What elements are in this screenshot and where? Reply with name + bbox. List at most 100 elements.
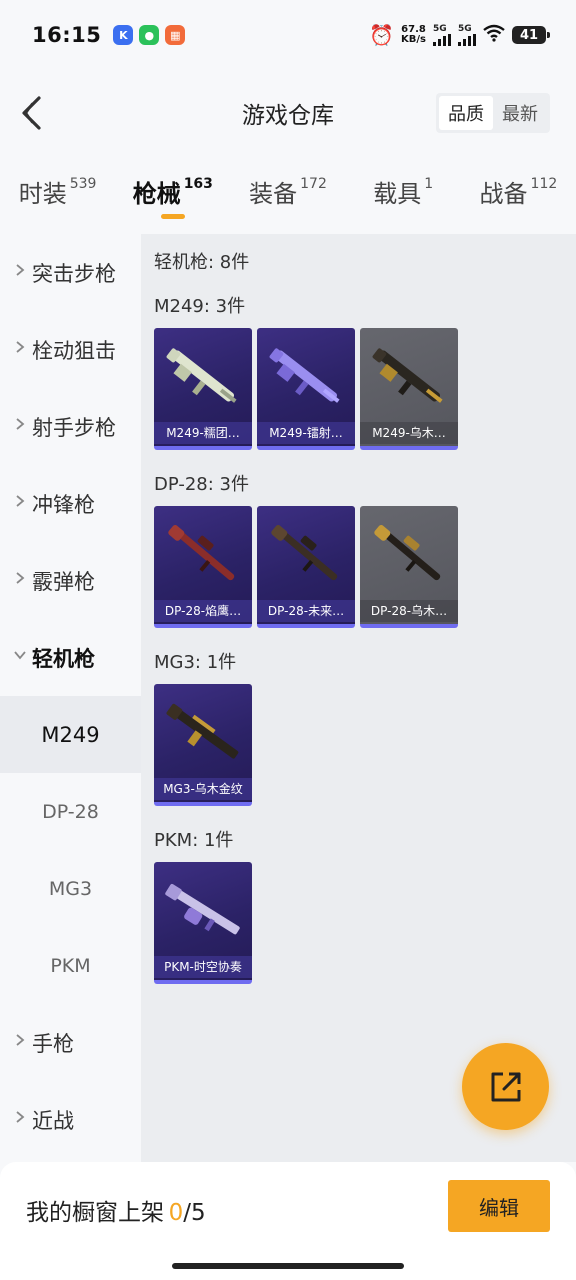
lmg-skin-image bbox=[372, 348, 443, 403]
tab-supplies[interactable]: 战备 112 bbox=[461, 156, 576, 234]
sidebar-item-label: 手枪 bbox=[32, 1031, 74, 1056]
sidebar-subitem-mg3[interactable]: MG3 bbox=[0, 850, 141, 927]
item-grid: DP-28-焰鹰… DP-28-未来… DP-28-乌木… bbox=[154, 506, 563, 628]
group-title: M249: 3件 bbox=[154, 296, 246, 317]
weapon-type-sidebar: 突击步枪 栓动狙击 射手步枪 冲锋枪 霰弹枪 轻机枪 M249 DP-28 MG… bbox=[0, 234, 141, 1162]
sort-toggle: 品质 最新 bbox=[436, 93, 550, 133]
skin-name: MG3-乌木金纹 bbox=[154, 778, 252, 800]
tab-count: 539 bbox=[69, 176, 97, 192]
skin-name: M249-糯团… bbox=[154, 422, 252, 444]
sort-by-quality[interactable]: 品质 bbox=[439, 96, 493, 130]
sidebar-subitem-dp28[interactable]: DP-28 bbox=[0, 773, 141, 850]
item-grid: MG3-乌木金纹 bbox=[154, 684, 563, 806]
edit-button[interactable]: 编辑 bbox=[448, 1180, 550, 1232]
sidebar-item-label: 近战 bbox=[32, 1108, 74, 1133]
chevron-right-icon bbox=[16, 341, 25, 353]
lmg-skin-image bbox=[166, 703, 239, 759]
sidebar-item-label: 轻机枪 bbox=[32, 646, 95, 671]
tab-equipment[interactable]: 装备 172 bbox=[230, 156, 345, 234]
lmg-skin-image bbox=[168, 525, 235, 581]
group-title: DP-28: 3件 bbox=[154, 474, 249, 495]
chevron-right-icon bbox=[16, 572, 25, 584]
tab-label: 装备 bbox=[249, 180, 298, 208]
lmg-skin-image bbox=[374, 525, 441, 581]
app-header: 游戏仓库 品质 最新 bbox=[0, 70, 576, 156]
lmg-skin-image bbox=[269, 348, 340, 403]
group-title: MG3: 1件 bbox=[154, 652, 237, 673]
tab-count: 1 bbox=[424, 176, 434, 192]
chevron-down-icon bbox=[14, 651, 26, 660]
showcase-label: 我的橱窗上架 bbox=[26, 1200, 164, 1226]
tab-fashion[interactable]: 时装 539 bbox=[0, 156, 115, 234]
sidebar-item-marksman-rifle[interactable]: 射手步枪 bbox=[0, 388, 141, 465]
tab-label: 载具 bbox=[373, 180, 422, 208]
wifi-icon bbox=[483, 24, 505, 47]
tab-label: 战备 bbox=[479, 180, 528, 208]
item-grid: PKM-时空协奏 bbox=[154, 862, 563, 984]
bottom-bar: 我的橱窗上架 0/5 编辑 bbox=[0, 1162, 576, 1280]
chevron-right-icon bbox=[16, 1034, 25, 1046]
sidebar-item-label: 冲锋枪 bbox=[32, 492, 95, 517]
category-tabs: 时装 539 枪械 163 装备 172 载具 1 战备 112 bbox=[0, 156, 576, 234]
skin-card[interactable]: PKM-时空协奏 bbox=[154, 862, 252, 984]
skin-card[interactable]: DP-28-乌木… bbox=[360, 506, 458, 628]
signal-bars-icon bbox=[433, 33, 451, 46]
sidebar-subitem-m249[interactable]: M249 bbox=[0, 696, 141, 773]
skin-name: DP-28-未来… bbox=[257, 600, 355, 622]
skin-card[interactable]: DP-28-未来… bbox=[257, 506, 355, 628]
tab-count: 172 bbox=[300, 176, 327, 192]
tab-vehicles[interactable]: 载具 1 bbox=[346, 156, 461, 234]
sim2-label: 5G bbox=[458, 23, 472, 34]
sort-by-newest[interactable]: 最新 bbox=[493, 96, 547, 130]
sidebar-item-bolt-sniper[interactable]: 栓动狙击 bbox=[0, 311, 141, 388]
share-fab-button[interactable] bbox=[462, 1043, 549, 1130]
chevron-right-icon bbox=[16, 264, 25, 276]
sidebar-subitem-pkm[interactable]: PKM bbox=[0, 927, 141, 1004]
skin-card[interactable]: M249-糯团… bbox=[154, 328, 252, 450]
item-grid: M249-糯团… M249-镭射… M249-乌木… bbox=[154, 328, 563, 450]
skin-name: PKM-时空协奏 bbox=[154, 956, 252, 978]
network-speed: 67.8 KB/s bbox=[401, 25, 426, 45]
alarm-icon: ⏰ bbox=[369, 23, 395, 47]
sidebar-item-melee[interactable]: 近战 bbox=[0, 1081, 141, 1158]
skin-card[interactable]: M249-乌木… bbox=[360, 328, 458, 450]
skin-name: M249-镭射… bbox=[257, 422, 355, 444]
skin-name: DP-28-乌木… bbox=[360, 600, 458, 622]
external-link-icon bbox=[491, 1072, 520, 1101]
tab-label: 枪械 bbox=[132, 180, 181, 208]
app-grid-icon: ▦ bbox=[165, 25, 186, 45]
sidebar-item-label: 霰弹枪 bbox=[32, 569, 95, 594]
sidebar-item-label: 栓动狙击 bbox=[32, 338, 116, 363]
skin-card[interactable]: DP-28-焰鹰… bbox=[154, 506, 252, 628]
lmg-skin-image bbox=[166, 348, 237, 403]
tab-label: 时装 bbox=[18, 180, 67, 208]
showcase-total: /5 bbox=[183, 1200, 206, 1226]
active-tab-indicator bbox=[160, 214, 185, 219]
showcase-current: 0 bbox=[168, 1200, 184, 1226]
sidebar-item-label: 突击步枪 bbox=[32, 261, 116, 286]
sidebar-item-assault-rifle[interactable]: 突击步枪 bbox=[0, 234, 141, 311]
sidebar-item-shotgun[interactable]: 霰弹枪 bbox=[0, 542, 141, 619]
sidebar-item-label: 射手步枪 bbox=[32, 415, 116, 440]
status-bar: 16:15 K ● ▦ ⏰ 67.8 KB/s 5G 5G 41 bbox=[0, 0, 576, 70]
sidebar-item-smg[interactable]: 冲锋枪 bbox=[0, 465, 141, 542]
home-indicator[interactable] bbox=[172, 1263, 404, 1269]
status-time: 16:15 bbox=[32, 23, 102, 47]
skin-name: M249-乌木… bbox=[360, 422, 458, 444]
net-speed-unit: KB/s bbox=[401, 34, 426, 45]
skin-name: DP-28-焰鹰… bbox=[154, 600, 252, 622]
signal-sim1: 5G bbox=[433, 24, 451, 46]
chevron-right-icon bbox=[16, 1111, 25, 1123]
item-list-panel: 轻机枪: 8件 M249: 3件 M249-糯团… M249-镭射… M249-… bbox=[141, 234, 576, 1162]
tab-count: 163 bbox=[183, 176, 213, 192]
skin-card[interactable]: MG3-乌木金纹 bbox=[154, 684, 252, 806]
app-k-icon: K bbox=[113, 25, 134, 45]
signal-sim2: 5G bbox=[458, 23, 476, 46]
sidebar-item-lmg[interactable]: 轻机枪 bbox=[0, 619, 141, 696]
chevron-right-icon bbox=[16, 495, 25, 507]
skin-card[interactable]: M249-镭射… bbox=[257, 328, 355, 450]
tab-weapons[interactable]: 枪械 163 bbox=[115, 156, 230, 234]
lmg-skin-image bbox=[165, 883, 240, 935]
group-title: PKM: 1件 bbox=[154, 830, 234, 851]
sidebar-item-pistol[interactable]: 手枪 bbox=[0, 1004, 141, 1081]
